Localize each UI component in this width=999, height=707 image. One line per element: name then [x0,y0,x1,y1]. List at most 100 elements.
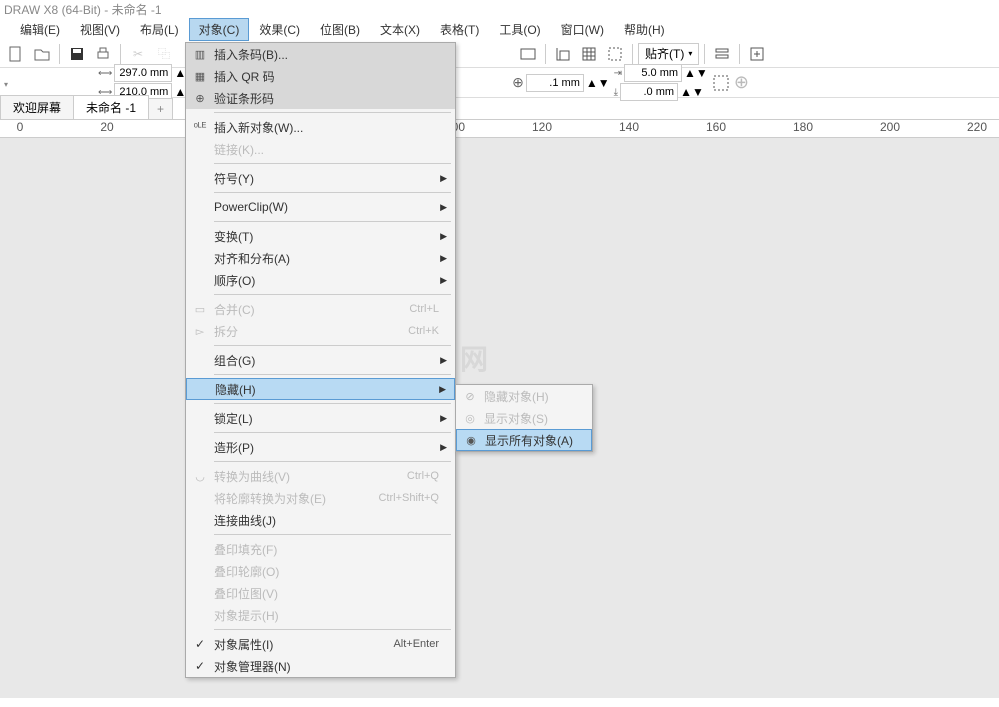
snap-label: 贴齐(T) [645,45,684,62]
menu-item[interactable]: ✓对象管理器(N) [186,655,455,677]
ruler-tick: 180 [793,120,813,134]
new-button[interactable] [4,42,28,66]
add-preset-button[interactable]: ⊕ [734,72,749,93]
tab-welcome[interactable]: 欢迎屏幕 [0,95,74,119]
menu-item[interactable]: ▦插入 QR 码 [186,65,455,87]
tab-new[interactable]: + [148,98,173,119]
menu-item[interactable]: 隐藏(H)▶ [186,378,455,400]
page-size-dropdown[interactable]: ▾ [4,76,96,90]
menu-item[interactable]: ⊕验证条形码 [186,87,455,109]
menu-工具[interactable]: 工具(O) [489,18,550,41]
menu-视图[interactable]: 视图(V) [70,18,130,41]
submenu-arrow-icon: ▶ [440,413,447,424]
spin-down[interactable]: ▼ [696,66,708,80]
copy-button[interactable]: ⿻ [152,42,176,66]
submenu-item[interactable]: ◉显示所有对象(A) [456,429,592,451]
menu-布局[interactable]: 布局(L) [130,18,189,41]
guides-button[interactable] [603,42,627,66]
nudge-icon: ⊕ [512,74,524,91]
submenu-label: 显示对象(S) [484,410,584,427]
menu-item[interactable]: 顺序(O)▶ [186,269,455,291]
menu-label: 插入 QR 码 [214,68,447,85]
snap-dropdown[interactable]: 贴齐(T) ▾ [638,43,699,65]
spin-up[interactable]: ▲ [586,76,598,90]
menu-对象[interactable]: 对象(C) [189,18,250,41]
separator [545,44,546,64]
page-width-input[interactable] [114,64,172,82]
menu-item[interactable]: 符号(Y)▶ [186,167,455,189]
menu-label: 叠印轮廓(O) [214,563,447,580]
menu-separator [214,403,451,404]
rulers-button[interactable] [551,42,575,66]
menu-separator [214,294,451,295]
menu-item[interactable]: ✓对象属性(I)Alt+Enter [186,633,455,655]
spin-up[interactable]: ▲ [684,66,696,80]
ruler-tick: 0 [17,120,24,134]
save-button[interactable] [65,42,89,66]
menu-label: 链接(K)... [214,141,447,158]
menu-separator [214,221,451,222]
menu-item[interactable]: 造形(P)▶ [186,436,455,458]
menu-效果[interactable]: 效果(C) [249,18,310,41]
submenu-icon: ◉ [457,434,485,447]
menu-item: 链接(K)... [186,138,455,160]
menu-item[interactable]: PowerClip(W)▶ [186,196,455,218]
dup-y-input[interactable] [620,83,678,101]
horizontal-ruler: 020406080100120140160180200220 [0,120,999,138]
menu-位图[interactable]: 位图(B) [310,18,370,41]
treat-as-filled-button[interactable] [712,74,730,92]
grid-button[interactable] [577,42,601,66]
menu-item[interactable]: ᵒᴸᴱ插入新对象(W)... [186,116,455,138]
menu-编辑[interactable]: 编辑(E) [10,18,70,41]
menu-item[interactable]: 对齐和分布(A)▶ [186,247,455,269]
menu-icon: ◡ [186,470,214,483]
menu-文本[interactable]: 文本(X) [370,18,430,41]
menu-label: 将轮廓转换为对象(E) [214,490,378,507]
spin-up[interactable]: ▲ [680,85,692,99]
menu-icon: ▭ [186,303,214,316]
menu-icon: ▻ [186,325,214,338]
menu-item[interactable]: 变换(T)▶ [186,225,455,247]
menu-label: 对齐和分布(A) [214,250,440,267]
spin-down[interactable]: ▼ [692,85,704,99]
submenu-arrow-icon: ▶ [440,173,447,184]
menu-separator [214,374,451,375]
menu-separator [214,534,451,535]
menu-separator [214,432,451,433]
open-button[interactable] [30,42,54,66]
menu-shortcut: Ctrl+L [409,303,447,315]
menu-item[interactable]: 组合(G)▶ [186,349,455,371]
menu-label: 变换(T) [214,228,440,245]
print-button[interactable] [91,42,115,66]
fullscreen-button[interactable] [516,42,540,66]
menu-item: ▭合并(C)Ctrl+L [186,298,455,320]
dup-y-icon: ⤓ [614,87,618,98]
ruler-tick: 160 [706,120,726,134]
property-bar: ▾ ⟷ ▲▼ ⟷ ▲▼ ▾ ⊕ ▲▼ ⇥ ▲▼ ⤓ ▲▼ ⊕ [0,68,999,98]
menu-表格[interactable]: 表格(T) [430,18,489,41]
menu-窗口[interactable]: 窗口(W) [551,18,614,41]
menu-label: 插入新对象(W)... [214,119,447,136]
menu-item[interactable]: 连接曲线(J) [186,509,455,531]
menu-item[interactable]: 锁定(L)▶ [186,407,455,429]
tab-document[interactable]: 未命名 -1 [73,95,149,119]
options-button[interactable] [710,42,734,66]
dup-x-icon: ⇥ [614,68,622,79]
dup-x-input[interactable] [624,64,682,82]
separator [704,44,705,64]
menu-帮助[interactable]: 帮助(H) [614,18,675,41]
menu-item: 将轮廓转换为对象(E)Ctrl+Shift+Q [186,487,455,509]
menu-label: 对象管理器(N) [214,658,447,675]
object-menu: ▥插入条码(B)...▦插入 QR 码⊕验证条形码 ᵒᴸᴱ插入新对象(W)... 链… [185,42,456,678]
check-icon: ✓ [186,637,214,651]
menu-item[interactable]: ▥插入条码(B)... [186,43,455,65]
cut-button[interactable]: ✂ [126,42,150,66]
units-dropdown[interactable]: ▾ [452,76,508,90]
spin-down[interactable]: ▼ [598,76,610,90]
separator [632,44,633,64]
submenu-arrow-icon: ▶ [440,355,447,366]
launch-button[interactable] [745,42,769,66]
nudge-input[interactable] [526,74,584,92]
menu-icon: ⊕ [186,92,214,105]
menu-label: 合并(C) [214,301,409,318]
